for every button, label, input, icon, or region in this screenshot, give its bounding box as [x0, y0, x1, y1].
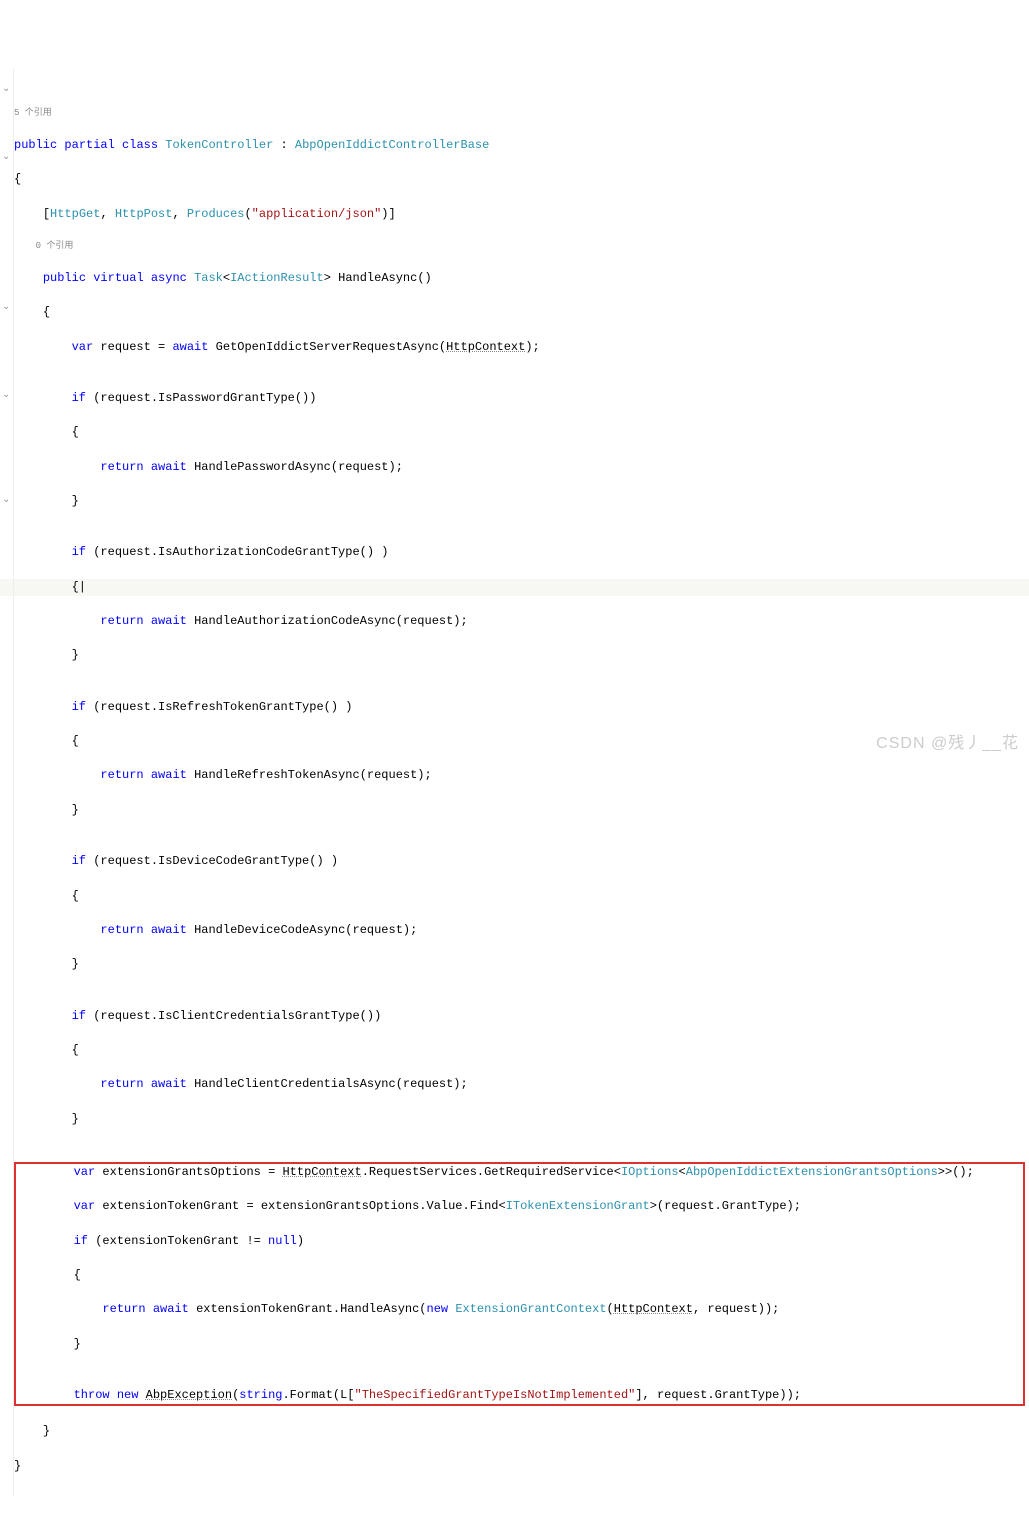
highlighted-line: {|	[0, 579, 1029, 596]
code-line: var request = await GetOpenIddictServerR…	[14, 339, 1029, 356]
fold-icon[interactable]: ⌄	[2, 494, 10, 508]
highlight-box: var extensionGrantsOptions = HttpContext…	[14, 1162, 1025, 1406]
code-line: var extensionGrantsOptions = HttpContext…	[16, 1164, 1023, 1181]
fold-icon[interactable]: ⌄	[2, 151, 10, 165]
code-line: }	[14, 493, 1029, 510]
fold-icon[interactable]: ⌄	[2, 83, 10, 97]
fold-icon[interactable]: ⌄	[2, 389, 10, 403]
code-editor[interactable]: ⌄ ⌄ ⌄ ⌄ ⌄ 5 个引用 public partial class Tok…	[0, 69, 1029, 1496]
code-line: return await HandleClientCredentialsAsyn…	[14, 1076, 1029, 1093]
code-line: {	[14, 424, 1029, 441]
code-line: }	[14, 956, 1029, 973]
code-line: if (request.IsAuthorizationCodeGrantType…	[14, 544, 1029, 561]
code-line: }	[14, 1423, 1029, 1440]
code-line: {	[14, 888, 1029, 905]
code-line: public virtual async Task<IActionResult>…	[14, 270, 1029, 287]
code-line: return await HandleRefreshTokenAsync(req…	[14, 767, 1029, 784]
code-line: }	[14, 802, 1029, 819]
code-line: var extensionTokenGrant = extensionGrant…	[16, 1198, 1023, 1215]
code-line: if (request.IsPasswordGrantType())	[14, 390, 1029, 407]
fold-icon[interactable]: ⌄	[2, 301, 10, 315]
code-line: return await HandlePasswordAsync(request…	[14, 459, 1029, 476]
code-line: if (request.IsDeviceCodeGrantType() )	[14, 853, 1029, 870]
code-line: }	[16, 1336, 1023, 1353]
watermark: CSDN @残丿__花	[876, 733, 1019, 756]
gutter: ⌄ ⌄ ⌄ ⌄ ⌄	[0, 69, 14, 1496]
code-line: if (request.IsRefreshTokenGrantType() )	[14, 699, 1029, 716]
codelens-refs[interactable]: 0 个引用	[14, 240, 1029, 253]
code-line: }	[14, 647, 1029, 664]
code-line: return await extensionTokenGrant.HandleA…	[16, 1301, 1023, 1318]
code-line: [HttpGet, HttpPost, Produces("applicatio…	[14, 206, 1029, 223]
codelens-refs[interactable]: 5 个引用	[14, 107, 1029, 120]
code-line: }	[14, 1111, 1029, 1128]
code-line: {	[16, 1267, 1023, 1284]
code-line: throw new AbpException(string.Format(L["…	[16, 1387, 1023, 1404]
code-line: {	[14, 1042, 1029, 1059]
code-line: return await HandleDeviceCodeAsync(reque…	[14, 922, 1029, 939]
code-line: {	[14, 171, 1029, 188]
code-line: return await HandleAuthorizationCodeAsyn…	[14, 613, 1029, 630]
code-line: {	[14, 304, 1029, 321]
code-line: if (extensionTokenGrant != null)	[16, 1233, 1023, 1250]
code-line: }	[14, 1458, 1029, 1475]
code-line: public partial class TokenController : A…	[14, 137, 1029, 154]
code-line: if (request.IsClientCredentialsGrantType…	[14, 1008, 1029, 1025]
